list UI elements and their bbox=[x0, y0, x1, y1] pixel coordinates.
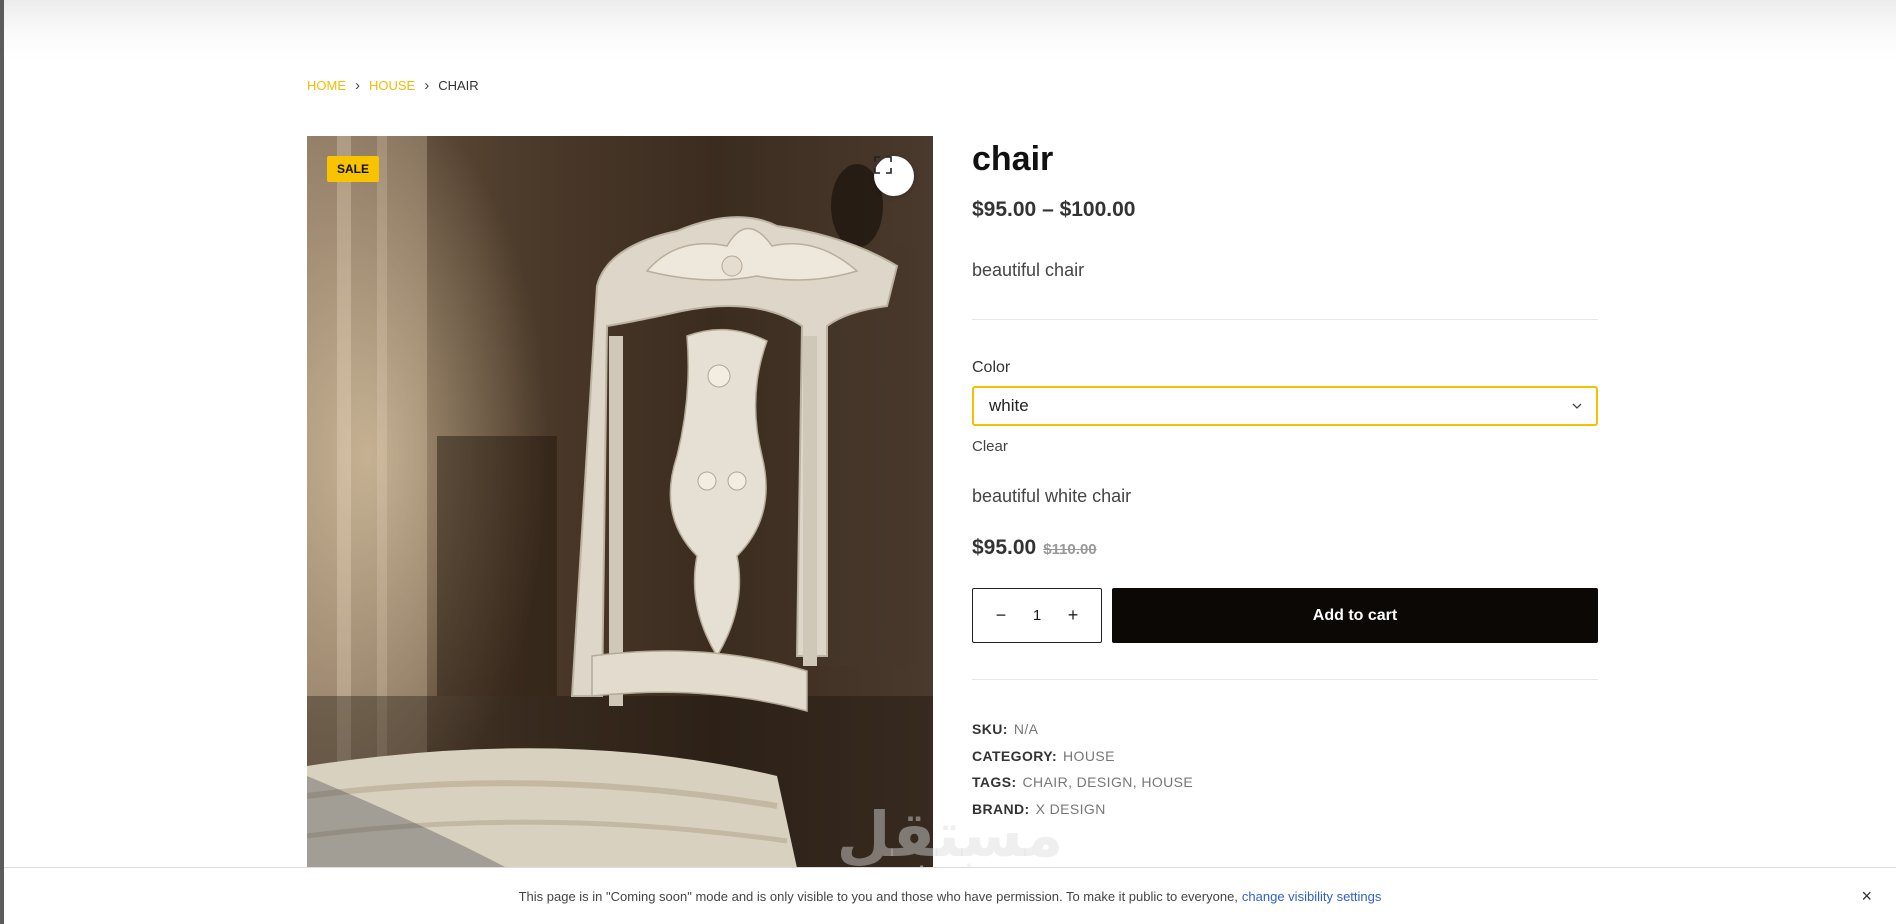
breadcrumb: HOME › HOUSE › CHAIR bbox=[307, 78, 479, 93]
fullscreen-icon bbox=[874, 156, 892, 174]
product-title: chair bbox=[972, 140, 1054, 178]
category-label: CATEGORY: bbox=[972, 747, 1058, 764]
brand-link[interactable]: X DESIGN bbox=[1036, 796, 1106, 823]
divider bbox=[972, 319, 1598, 320]
chevron-down-icon bbox=[1572, 403, 1582, 409]
tag-link[interactable]: DESIGN bbox=[1077, 774, 1133, 790]
increase-quantity-button[interactable]: + bbox=[1063, 605, 1083, 626]
clear-selection-link[interactable]: Clear bbox=[972, 438, 1598, 455]
tag-link[interactable]: HOUSE bbox=[1141, 774, 1193, 790]
sku-label: SKU: bbox=[972, 721, 1008, 737]
add-to-cart-button[interactable]: Add to cart bbox=[1112, 588, 1598, 643]
close-icon[interactable]: × bbox=[1861, 886, 1872, 907]
price-range: $95.00 – $100.00 bbox=[972, 198, 1136, 221]
meta-category: CATEGORY: HOUSE bbox=[972, 743, 1598, 770]
meta-tags: TAGS: CHAIR, DESIGN, HOUSE bbox=[972, 769, 1598, 796]
zoom-button[interactable] bbox=[874, 156, 914, 196]
price-original: $110.00 bbox=[1043, 541, 1097, 558]
sale-badge: SALE bbox=[327, 156, 380, 182]
tags-list: CHAIR, DESIGN, HOUSE bbox=[1022, 774, 1194, 790]
variation-description: beautiful white chair bbox=[972, 486, 1132, 506]
change-visibility-link[interactable]: change visibility settings bbox=[1242, 889, 1381, 904]
short-description: beautiful chair bbox=[972, 260, 1085, 280]
notice-text: This page is in "Coming soon" mode and i… bbox=[518, 888, 1238, 904]
product-meta: SKU: N/A CATEGORY: HOUSE TAGS: CHAIR, DE… bbox=[972, 716, 1598, 822]
tag-link[interactable]: CHAIR bbox=[1023, 774, 1069, 790]
quantity-input[interactable]: 1 bbox=[1033, 607, 1041, 624]
add-to-cart-row: − 1 + Add to cart bbox=[972, 588, 1598, 643]
window-edge bbox=[0, 0, 4, 924]
tags-label: TAGS: bbox=[972, 774, 1017, 790]
coming-soon-notice: This page is in "Coming soon" mode and i… bbox=[4, 867, 1896, 924]
color-select-value: white bbox=[989, 396, 1029, 415]
breadcrumb-home-link[interactable]: HOME bbox=[307, 78, 346, 93]
category-link[interactable]: HOUSE bbox=[1063, 743, 1115, 770]
meta-brand: BRAND: X DESIGN bbox=[972, 796, 1598, 823]
decrease-quantity-button[interactable]: − bbox=[991, 605, 1011, 626]
sku-value: N/A bbox=[1013, 721, 1039, 737]
brand-label: BRAND: bbox=[972, 800, 1030, 817]
meta-sku: SKU: N/A bbox=[972, 716, 1598, 743]
color-select[interactable]: white bbox=[972, 386, 1598, 426]
chevron-right-icon: › bbox=[424, 77, 430, 94]
color-label: Color bbox=[972, 359, 1011, 376]
chair-photo bbox=[307, 136, 933, 868]
breadcrumb-current: CHAIR bbox=[438, 78, 479, 93]
divider bbox=[972, 679, 1598, 680]
chevron-right-icon: › bbox=[355, 77, 360, 94]
breadcrumb-category-link[interactable]: HOUSE bbox=[369, 78, 415, 93]
header-shadow bbox=[4, 0, 1896, 62]
variation-price: $95.00 $110.00 bbox=[972, 536, 1598, 560]
product-image[interactable]: SALE bbox=[307, 136, 933, 868]
price-current: $95.00 bbox=[972, 536, 1037, 559]
quantity-stepper: − 1 + bbox=[972, 588, 1102, 643]
product-summary: chair $95.00 – $100.00 beautiful chair C… bbox=[972, 136, 1598, 822]
